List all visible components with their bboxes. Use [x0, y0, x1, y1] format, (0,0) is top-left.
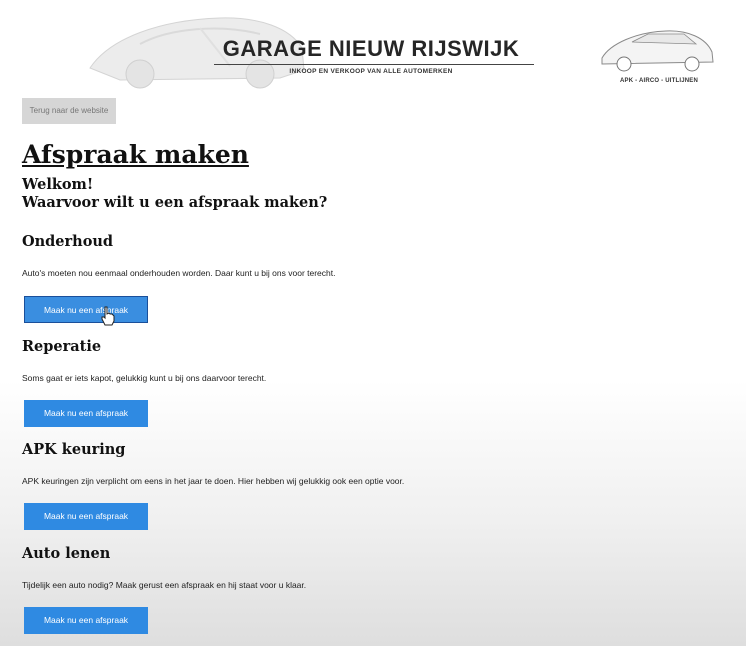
header-car-icon	[601, 30, 714, 72]
section-text-auto-lenen: Tijdelijk een auto nodig? Maak gerust ee…	[22, 580, 307, 590]
section-title-onderhoud: Onderhoud	[22, 233, 114, 250]
back-to-website-button[interactable]: Terug naar de website	[22, 98, 116, 124]
section-title-reperatie: Reperatie	[22, 338, 102, 355]
header-divider	[214, 64, 534, 65]
header-services: APK - AIRCO - UITLIJNEN	[619, 78, 699, 84]
afspraak-button-reperatie[interactable]: Maak nu een afspraak	[24, 400, 148, 427]
section-title-auto-lenen: Auto lenen	[22, 545, 111, 562]
site-header: GARAGE NIEUW RIJSWIJK INKOOP EN VERKOOP …	[46, 6, 726, 96]
page-title: Afspraak maken	[22, 140, 249, 169]
section-text-reperatie: Soms gaat er iets kapot, gelukkig kunt u…	[22, 373, 267, 383]
hand-pointer-icon	[101, 306, 115, 326]
site-subtitle: INKOOP EN VERKOOP VAN ALLE AUTOMERKEN	[289, 68, 453, 75]
afspraak-button-auto-lenen[interactable]: Maak nu een afspraak	[24, 607, 148, 634]
welcome-line: Welkom!	[22, 176, 94, 193]
welcome-heading: Welkom! Waarvoor wilt u een afspraak mak…	[22, 176, 327, 212]
question-line: Waarvoor wilt u een afspraak maken?	[22, 194, 328, 211]
afspraak-button-onderhoud[interactable]: Maak nu een afspraak	[24, 296, 148, 323]
section-text-onderhoud: Auto's moeten nou eenmaal onderhouden wo…	[22, 268, 336, 278]
afspraak-button-apk[interactable]: Maak nu een afspraak	[24, 503, 148, 530]
site-title: GARAGE NIEUW RIJSWIJK	[222, 36, 520, 61]
section-text-apk: APK keuringen zijn verplicht om eens in …	[22, 476, 405, 486]
section-title-apk: APK keuring	[22, 441, 126, 458]
